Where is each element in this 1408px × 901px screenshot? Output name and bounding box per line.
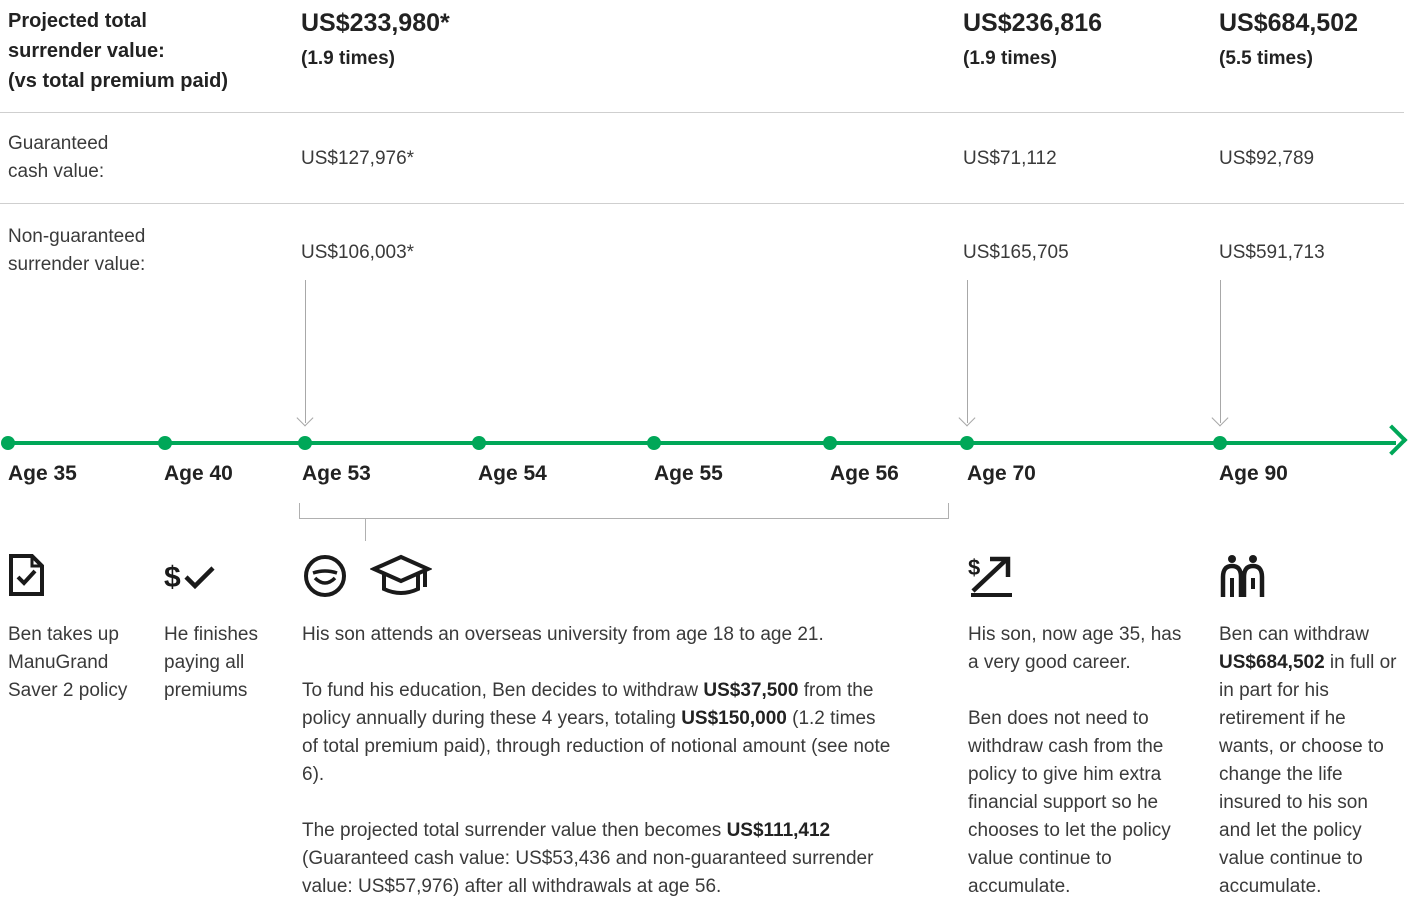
guaranteed-cash-label: Guaranteed cash value:	[8, 133, 109, 182]
age-label: Age 40	[164, 462, 233, 485]
age35-event-text: Ben takes up ManuGrand Saver 2 policy	[8, 624, 128, 701]
projected-value-paragraph: The projected total surrender value then…	[302, 820, 874, 897]
withdrawal-paragraph: To fund his education, Ben decides to wi…	[302, 680, 891, 785]
timeline-dot	[1, 436, 15, 450]
parent-child-icon	[1220, 555, 1265, 597]
age90-total-value: US$684,502	[1219, 9, 1359, 37]
smiley-face-icon	[304, 555, 346, 597]
divider-line	[0, 203, 1404, 204]
timeline-dot	[960, 436, 974, 450]
non-guaranteed-label: Non-guaranteed surrender value:	[8, 226, 146, 275]
arrow-down-icon	[958, 409, 976, 427]
age53-total-value: US$233,980*	[301, 9, 450, 37]
age90-event-text: Ben can withdraw US$684,502 in full or i…	[1219, 624, 1397, 897]
age90-times: (5.5 times)	[1219, 48, 1313, 69]
svg-text:$: $	[968, 555, 980, 580]
arrow-down-icon	[1211, 409, 1229, 427]
age53-non-guaranteed-value: US$106,003*	[301, 242, 415, 263]
graduation-cap-icon	[370, 554, 432, 595]
age-label: Age 55	[654, 462, 723, 485]
bracket-tick	[365, 519, 366, 541]
age-label: Age 35	[8, 462, 77, 485]
pointer-line-age70	[967, 280, 968, 423]
timeline-dot	[647, 436, 661, 450]
age-label: Age 53	[302, 462, 371, 485]
timeline-dot	[1213, 436, 1227, 450]
dollar-growth-arrow-icon: $	[968, 555, 1012, 597]
age53-guaranteed-value: US$127,976*	[301, 148, 415, 169]
age70-times: (1.9 times)	[963, 48, 1057, 69]
age90-non-guaranteed-value: US$591,713	[1219, 242, 1325, 263]
age90-guaranteed-value: US$92,789	[1219, 148, 1315, 169]
age70-total-value: US$236,816	[963, 9, 1103, 37]
divider-line	[0, 112, 1404, 113]
age53-times: (1.9 times)	[301, 48, 395, 69]
pointer-line-age53	[305, 280, 306, 423]
age-label: Age 70	[967, 462, 1036, 485]
timeline-dot	[823, 436, 837, 450]
dollar-check-icon: $	[164, 561, 215, 594]
pointer-line-age90	[1220, 280, 1221, 423]
arrow-down-icon	[296, 409, 314, 427]
age70-non-guaranteed-value: US$165,705	[963, 242, 1069, 263]
document-check-icon	[9, 554, 44, 596]
age70-guaranteed-value: US$71,112	[963, 148, 1057, 169]
projected-total-label: Projected total surrender value: (vs tot…	[8, 10, 229, 92]
timeline-arrow-icon	[1376, 424, 1408, 456]
age53-event-text: His son attends an overseas university f…	[302, 621, 892, 901]
age70-event-text: His son, now age 35, has a very good car…	[968, 624, 1182, 897]
age-label: Age 90	[1219, 462, 1288, 485]
timeline-line	[6, 441, 1396, 445]
age-label: Age 54	[478, 462, 547, 485]
age-label: Age 56	[830, 462, 899, 485]
timeline-dot	[158, 436, 172, 450]
age53-56-bracket	[299, 503, 949, 519]
age40-event-text: He finishes paying all premiums	[164, 624, 258, 701]
timeline-dot	[472, 436, 486, 450]
timeline-dot	[298, 436, 312, 450]
svg-text:$: $	[164, 561, 181, 594]
